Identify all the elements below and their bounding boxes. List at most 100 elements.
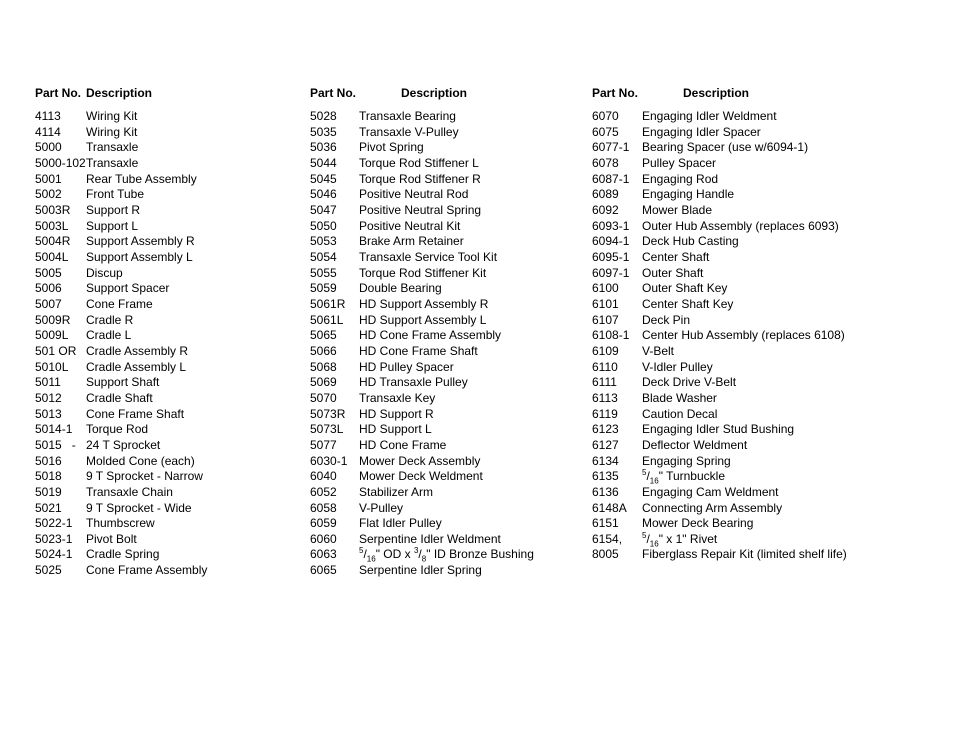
part-description: Transaxle Service Tool Kit <box>359 249 498 264</box>
part-number: 6108-1 <box>592 328 630 343</box>
part-description: Transaxle <box>86 155 139 170</box>
part-description: Molded Cone (each) <box>86 453 195 468</box>
part-number: 6092 <box>592 202 619 217</box>
part-number: 5000 <box>35 140 62 155</box>
part-number: 4113 <box>35 109 61 123</box>
part-description: Cradle Spring <box>86 547 160 562</box>
part-number: 6123 <box>592 422 619 437</box>
part-number: 6058 <box>310 500 337 515</box>
part-description: Double Bearing <box>359 281 442 296</box>
part-number: 6100 <box>592 281 619 296</box>
part-description: Cone Frame Shaft <box>86 406 185 421</box>
part-number: 5045 <box>310 171 337 186</box>
part-description: 9 T Sprocket - Wide <box>86 500 192 515</box>
part-number: 6070 <box>592 109 619 123</box>
part-number: 6154, <box>592 531 623 546</box>
part-description: Cradle R <box>86 312 134 327</box>
part-number: 5001 <box>35 171 62 186</box>
part-description: Engaging Spring <box>642 453 731 468</box>
part-description: V-Pulley <box>359 500 404 515</box>
part-number: 6060 <box>310 531 337 546</box>
part-number: 6101 <box>592 296 619 311</box>
part-number: 5061L <box>310 312 344 327</box>
part-description: Caution Decal <box>642 406 718 421</box>
part-description: Pivot Bolt <box>86 531 137 546</box>
part-description: Positive Neutral Kit <box>359 218 461 233</box>
part-number: 5003R <box>35 202 71 217</box>
part-description: V-Idler Pulley <box>642 359 713 374</box>
part-number: 5010L <box>35 359 69 374</box>
part-number: 6136 <box>592 484 619 499</box>
part-description: HD Transaxle Pulley <box>359 375 468 390</box>
part-number: 5066 <box>310 343 337 358</box>
part-description: HD Support L <box>359 422 432 437</box>
part-number: 5024-1 <box>35 547 73 562</box>
part-number: 5018 <box>35 469 62 484</box>
part-number: 6075 <box>592 124 619 139</box>
part-number: 5068 <box>310 359 337 374</box>
part-number: 5065 <box>310 328 337 343</box>
part-number: 6110 <box>592 359 618 374</box>
part-description: Deck Hub Casting <box>642 234 739 249</box>
part-description: Support Spacer <box>86 281 170 296</box>
part-description: Cradle L <box>86 328 132 343</box>
part-number: 5054 <box>310 249 337 264</box>
part-number: 6089 <box>592 187 619 202</box>
part-number: 5019 <box>35 484 62 499</box>
part-number: 5070 <box>310 390 337 405</box>
header-description: Description <box>86 86 153 100</box>
part-description: Outer Hub Assembly (replaces 6093) <box>642 218 839 233</box>
part-number: 5073R <box>310 406 346 421</box>
part-number: 5009L <box>35 328 69 343</box>
part-number: 5050 <box>310 218 337 233</box>
part-description: Cradle Assembly L <box>86 359 187 374</box>
part-number: 5002 <box>35 187 62 202</box>
part-number: 5036 <box>310 140 337 155</box>
part-number: 5069 <box>310 375 337 390</box>
part-description: Engaging Idler Stud Bushing <box>642 422 795 437</box>
part-number: 5009R <box>35 312 71 327</box>
part-number: 5022-1 <box>35 516 73 531</box>
part-number: 5044 <box>310 155 337 170</box>
part-number: 5006 <box>35 281 62 296</box>
part-description: Transaxle <box>86 140 139 155</box>
part-description: Pivot Spring <box>359 140 424 155</box>
part-description: Positive Neutral Spring <box>359 202 482 217</box>
part-description: Support Assembly R <box>86 234 195 249</box>
part-number: 6093-1 <box>592 218 630 233</box>
part-description: 5/16" Turnbuckle <box>642 468 725 486</box>
part-description: Wiring Kit <box>86 124 138 139</box>
part-description: Mower Deck Bearing <box>642 516 754 531</box>
part-number: 5012 <box>35 390 62 405</box>
part-description: 24 T Sprocket <box>86 437 161 452</box>
part-description: Engaging Idler Spacer <box>642 124 761 139</box>
part-number: 6078 <box>592 155 619 170</box>
part-number: 5059 <box>310 281 337 296</box>
part-description: Engaging Cam Weldment <box>642 484 779 499</box>
part-description: Serpentine Idler Weldment <box>359 531 501 546</box>
part-number: 6094-1 <box>592 234 630 249</box>
part-number: 5028 <box>310 109 337 123</box>
part-description: Transaxle Key <box>359 390 436 405</box>
part-number: 5035 <box>310 124 337 139</box>
part-description: Torque Rod Stiffener Kit <box>359 265 487 280</box>
part-number: 6148A <box>592 500 627 515</box>
part-number: 5055 <box>310 265 337 280</box>
part-number: 6111 <box>592 375 617 390</box>
part-description: HD Cone Frame Assembly <box>359 328 502 343</box>
part-description: Positive Neutral Rod <box>359 187 469 202</box>
part-description: Deck Drive V-Belt <box>642 375 737 390</box>
part-number: 5021 <box>35 500 62 515</box>
part-number: 6052 <box>310 484 337 499</box>
part-description: Torque Rod Stiffener R <box>359 171 481 186</box>
part-description: Center Shaft Key <box>642 296 734 311</box>
part-description: 5/16" OD x 3/8" ID Bronze Bushing <box>359 546 534 564</box>
part-description: Bearing Spacer (use w/6094-1) <box>642 140 809 155</box>
part-description: Thumbscrew <box>86 516 155 531</box>
part-description: Front Tube <box>86 187 145 202</box>
part-number: 501 OR <box>35 343 77 358</box>
part-description: HD Pulley Spacer <box>359 359 454 374</box>
part-number: 5053 <box>310 234 337 249</box>
part-description: Transaxle Bearing <box>359 109 456 123</box>
part-number: 6107 <box>592 312 619 327</box>
